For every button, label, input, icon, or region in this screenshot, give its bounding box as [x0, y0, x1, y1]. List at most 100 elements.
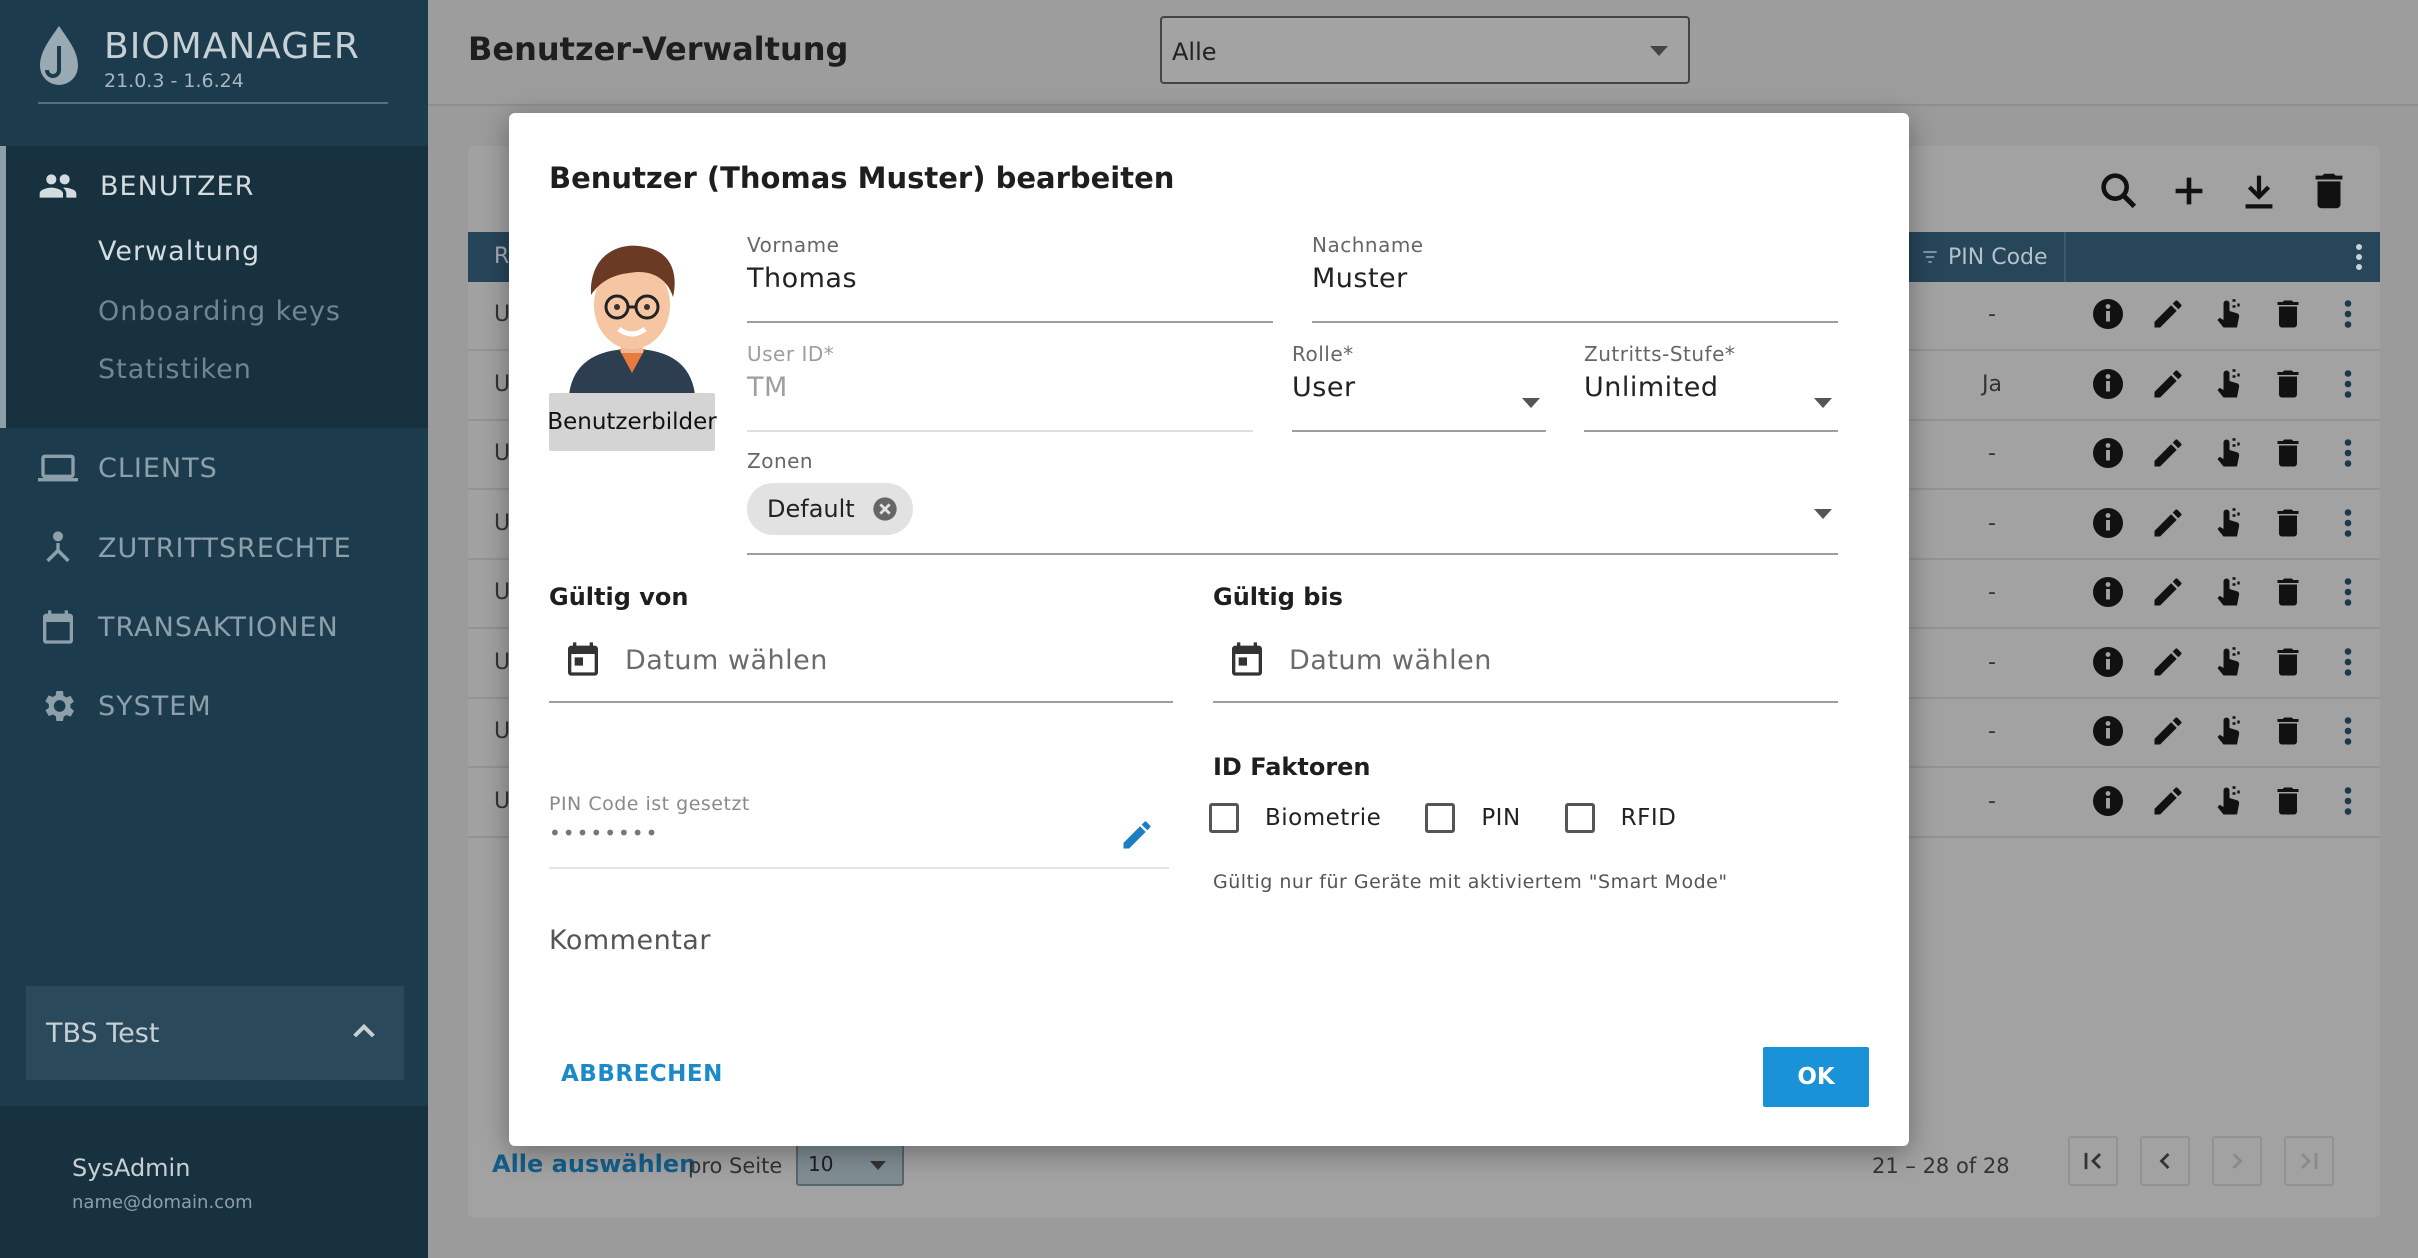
nav-sub-statistiken[interactable]: Statistiken: [98, 354, 252, 385]
more-vert-icon[interactable]: [2330, 435, 2366, 471]
column-menu-icon[interactable]: [2352, 242, 2366, 272]
valid-from-datepicker[interactable]: Datum wählen: [549, 621, 1173, 703]
cancel-button[interactable]: ABBRECHEN: [561, 1061, 723, 1087]
ok-button[interactable]: OK: [1763, 1047, 1869, 1107]
avatar-images-button[interactable]: Benutzerbilder: [547, 393, 717, 451]
more-vert-icon[interactable]: [2330, 783, 2366, 819]
more-vert-icon[interactable]: [2330, 505, 2366, 541]
checkbox-rfid[interactable]: [1564, 803, 1595, 833]
nav-sub-onboarding-keys[interactable]: Onboarding keys: [98, 296, 341, 327]
row-actions: [2090, 574, 2366, 610]
calendar-icon[interactable]: [563, 639, 603, 679]
zones-select[interactable]: Zonen Default: [747, 449, 1838, 555]
nav-item-transaktionen[interactable]: TRANSAKTIONEN: [38, 607, 339, 647]
delete-icon[interactable]: [2270, 783, 2306, 819]
delete-icon[interactable]: [2270, 713, 2306, 749]
info-icon[interactable]: [2090, 505, 2126, 541]
nav-item-clients[interactable]: CLIENTS: [38, 448, 218, 488]
next-page-button[interactable]: [2212, 1136, 2262, 1186]
checkbox-biometrie[interactable]: [1209, 803, 1239, 833]
add-icon[interactable]: [2166, 168, 2212, 214]
more-vert-icon[interactable]: [2330, 574, 2366, 610]
info-icon[interactable]: [2090, 366, 2126, 402]
nav-item-zutrittsrechte[interactable]: ZUTRITTSRECHTE: [38, 528, 352, 568]
column-header-pin-code[interactable]: PIN Code: [1904, 232, 2066, 282]
info-icon[interactable]: [2090, 644, 2126, 680]
access-level-select[interactable]: Zutritts-Stufe* Unlimited: [1584, 342, 1838, 432]
info-icon[interactable]: [2090, 435, 2126, 471]
edit-pencil-icon[interactable]: [1119, 817, 1155, 853]
more-vert-icon[interactable]: [2330, 296, 2366, 332]
people-icon: [39, 174, 77, 198]
row-lead-text: U: [494, 371, 511, 397]
column-header-first[interactable]: R: [494, 244, 509, 269]
enroll-finger-icon[interactable]: [2210, 435, 2246, 471]
comment-field[interactable]: Kommentar: [549, 925, 711, 956]
role-select[interactable]: Rolle* User: [1292, 342, 1546, 432]
remove-chip-icon[interactable]: [871, 495, 899, 523]
delete-icon[interactable]: [2270, 644, 2306, 680]
delete-icon[interactable]: [2270, 574, 2306, 610]
info-icon[interactable]: [2090, 713, 2126, 749]
first-page-button[interactable]: [2068, 1136, 2118, 1186]
id-factors-label: ID Faktoren: [1213, 753, 1371, 781]
edit-pencil-icon[interactable]: [2150, 783, 2186, 819]
user-panel[interactable]: SysAdmin name@domain.com: [0, 1106, 428, 1258]
info-icon[interactable]: [2090, 574, 2126, 610]
checkbox-biometrie-label[interactable]: Biometrie: [1265, 805, 1381, 831]
last-page-button[interactable]: [2284, 1136, 2334, 1186]
checkbox-pin[interactable]: [1425, 803, 1456, 833]
zones-label: Zonen: [747, 449, 814, 473]
edit-pencil-icon[interactable]: [2150, 366, 2186, 402]
more-vert-icon[interactable]: [2330, 713, 2366, 749]
download-icon[interactable]: [2236, 168, 2282, 214]
row-pin-status: -: [1988, 441, 1996, 466]
table-toolbar: [2096, 168, 2352, 214]
edit-pencil-icon[interactable]: [2150, 644, 2186, 680]
edit-pencil-icon[interactable]: [2150, 296, 2186, 332]
first-name-field[interactable]: Vorname Thomas: [747, 233, 1273, 323]
checkbox-pin-label[interactable]: PIN: [1481, 805, 1520, 831]
row-lead-text: U: [494, 302, 511, 327]
enroll-finger-icon[interactable]: [2210, 713, 2246, 749]
nav-label-transaktionen: TRANSAKTIONEN: [98, 611, 339, 643]
search-icon[interactable]: [2096, 168, 2142, 214]
delete-icon[interactable]: [2306, 168, 2352, 214]
info-icon[interactable]: [2090, 296, 2126, 332]
filter-icon: [1923, 251, 1937, 263]
id-factors-options: Biometrie PIN RFID: [1209, 803, 1720, 833]
caret-down-icon: [1522, 398, 1540, 408]
enroll-finger-icon[interactable]: [2210, 783, 2246, 819]
prev-page-button[interactable]: [2140, 1136, 2190, 1186]
per-page-select[interactable]: 10: [796, 1142, 904, 1186]
delete-icon[interactable]: [2270, 505, 2306, 541]
user-filter-select[interactable]: Alle: [1160, 16, 1690, 84]
enroll-finger-icon[interactable]: [2210, 644, 2246, 680]
nav-item-system[interactable]: SYSTEM: [38, 686, 212, 726]
enroll-finger-icon[interactable]: [2210, 505, 2246, 541]
nav-item-benutzer[interactable]: BENUTZER: [38, 166, 254, 206]
delete-icon[interactable]: [2270, 435, 2306, 471]
valid-to-datepicker[interactable]: Datum wählen: [1213, 621, 1838, 703]
tenant-switcher[interactable]: TBS Test: [26, 986, 404, 1080]
edit-pencil-icon[interactable]: [2150, 574, 2186, 610]
info-icon[interactable]: [2090, 783, 2126, 819]
pin-code-field: PIN Code ist gesetzt ••••••••: [549, 793, 1169, 869]
more-vert-icon[interactable]: [2330, 366, 2366, 402]
edit-pencil-icon[interactable]: [2150, 713, 2186, 749]
enroll-finger-icon[interactable]: [2210, 574, 2246, 610]
more-vert-icon[interactable]: [2330, 644, 2366, 680]
calendar-icon[interactable]: [1227, 639, 1267, 679]
edit-pencil-icon[interactable]: [2150, 435, 2186, 471]
nav-sub-verwaltung[interactable]: Verwaltung: [98, 236, 260, 267]
edit-pencil-icon[interactable]: [2150, 505, 2186, 541]
zone-chip-default[interactable]: Default: [747, 483, 913, 535]
select-all-link[interactable]: Alle auswählen: [492, 1150, 696, 1178]
last-name-field[interactable]: Nachname Muster: [1312, 233, 1838, 323]
enroll-finger-icon[interactable]: [2210, 366, 2246, 402]
enroll-finger-icon[interactable]: [2210, 296, 2246, 332]
row-actions: [2090, 296, 2366, 332]
checkbox-rfid-label[interactable]: RFID: [1621, 805, 1677, 831]
delete-icon[interactable]: [2270, 366, 2306, 402]
delete-icon[interactable]: [2270, 296, 2306, 332]
